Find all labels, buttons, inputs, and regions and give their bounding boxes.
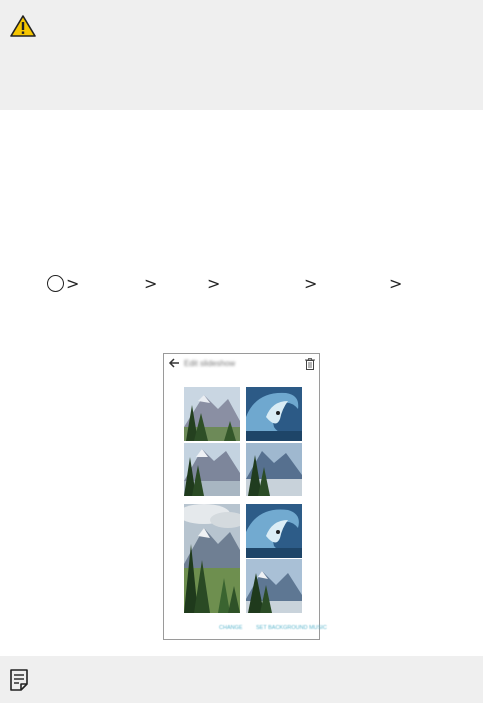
back-arrow-icon[interactable]	[168, 357, 180, 369]
slideshow-image-wave[interactable]	[246, 504, 302, 558]
slideshow-image-wave[interactable]	[246, 387, 302, 441]
phone-screenshot: Edit slideshow CHANGE SET BACKGROUND MUS…	[163, 353, 327, 640]
slideshow-image-mountain[interactable]	[246, 443, 302, 496]
trash-icon[interactable]	[305, 358, 315, 370]
note-icon	[10, 669, 28, 691]
slideshow-image-mountain[interactable]	[246, 559, 302, 613]
screen-header: Edit slideshow	[164, 354, 319, 376]
slideshow-image-mountain[interactable]	[184, 387, 240, 441]
slideshow-image-mountain[interactable]	[184, 504, 240, 613]
screen-footer: CHANGE SET BACKGROUND MUSIC	[164, 622, 327, 636]
path-separator: >	[207, 274, 221, 293]
change-button[interactable]: CHANGE	[219, 625, 243, 631]
path-separator: >	[389, 274, 403, 293]
path-separator: >	[144, 274, 158, 293]
menu-path: > > > > >	[0, 274, 483, 296]
path-separator: >	[66, 274, 80, 293]
note-box	[0, 656, 483, 703]
path-separator: >	[304, 274, 318, 293]
screen-title: Edit slideshow	[184, 359, 236, 368]
warning-icon	[10, 15, 36, 37]
home-circle-icon	[47, 275, 64, 292]
caution-box	[0, 0, 483, 110]
slideshow-image-mountain[interactable]	[184, 443, 240, 496]
set-music-button[interactable]: SET BACKGROUND MUSIC	[256, 625, 327, 631]
